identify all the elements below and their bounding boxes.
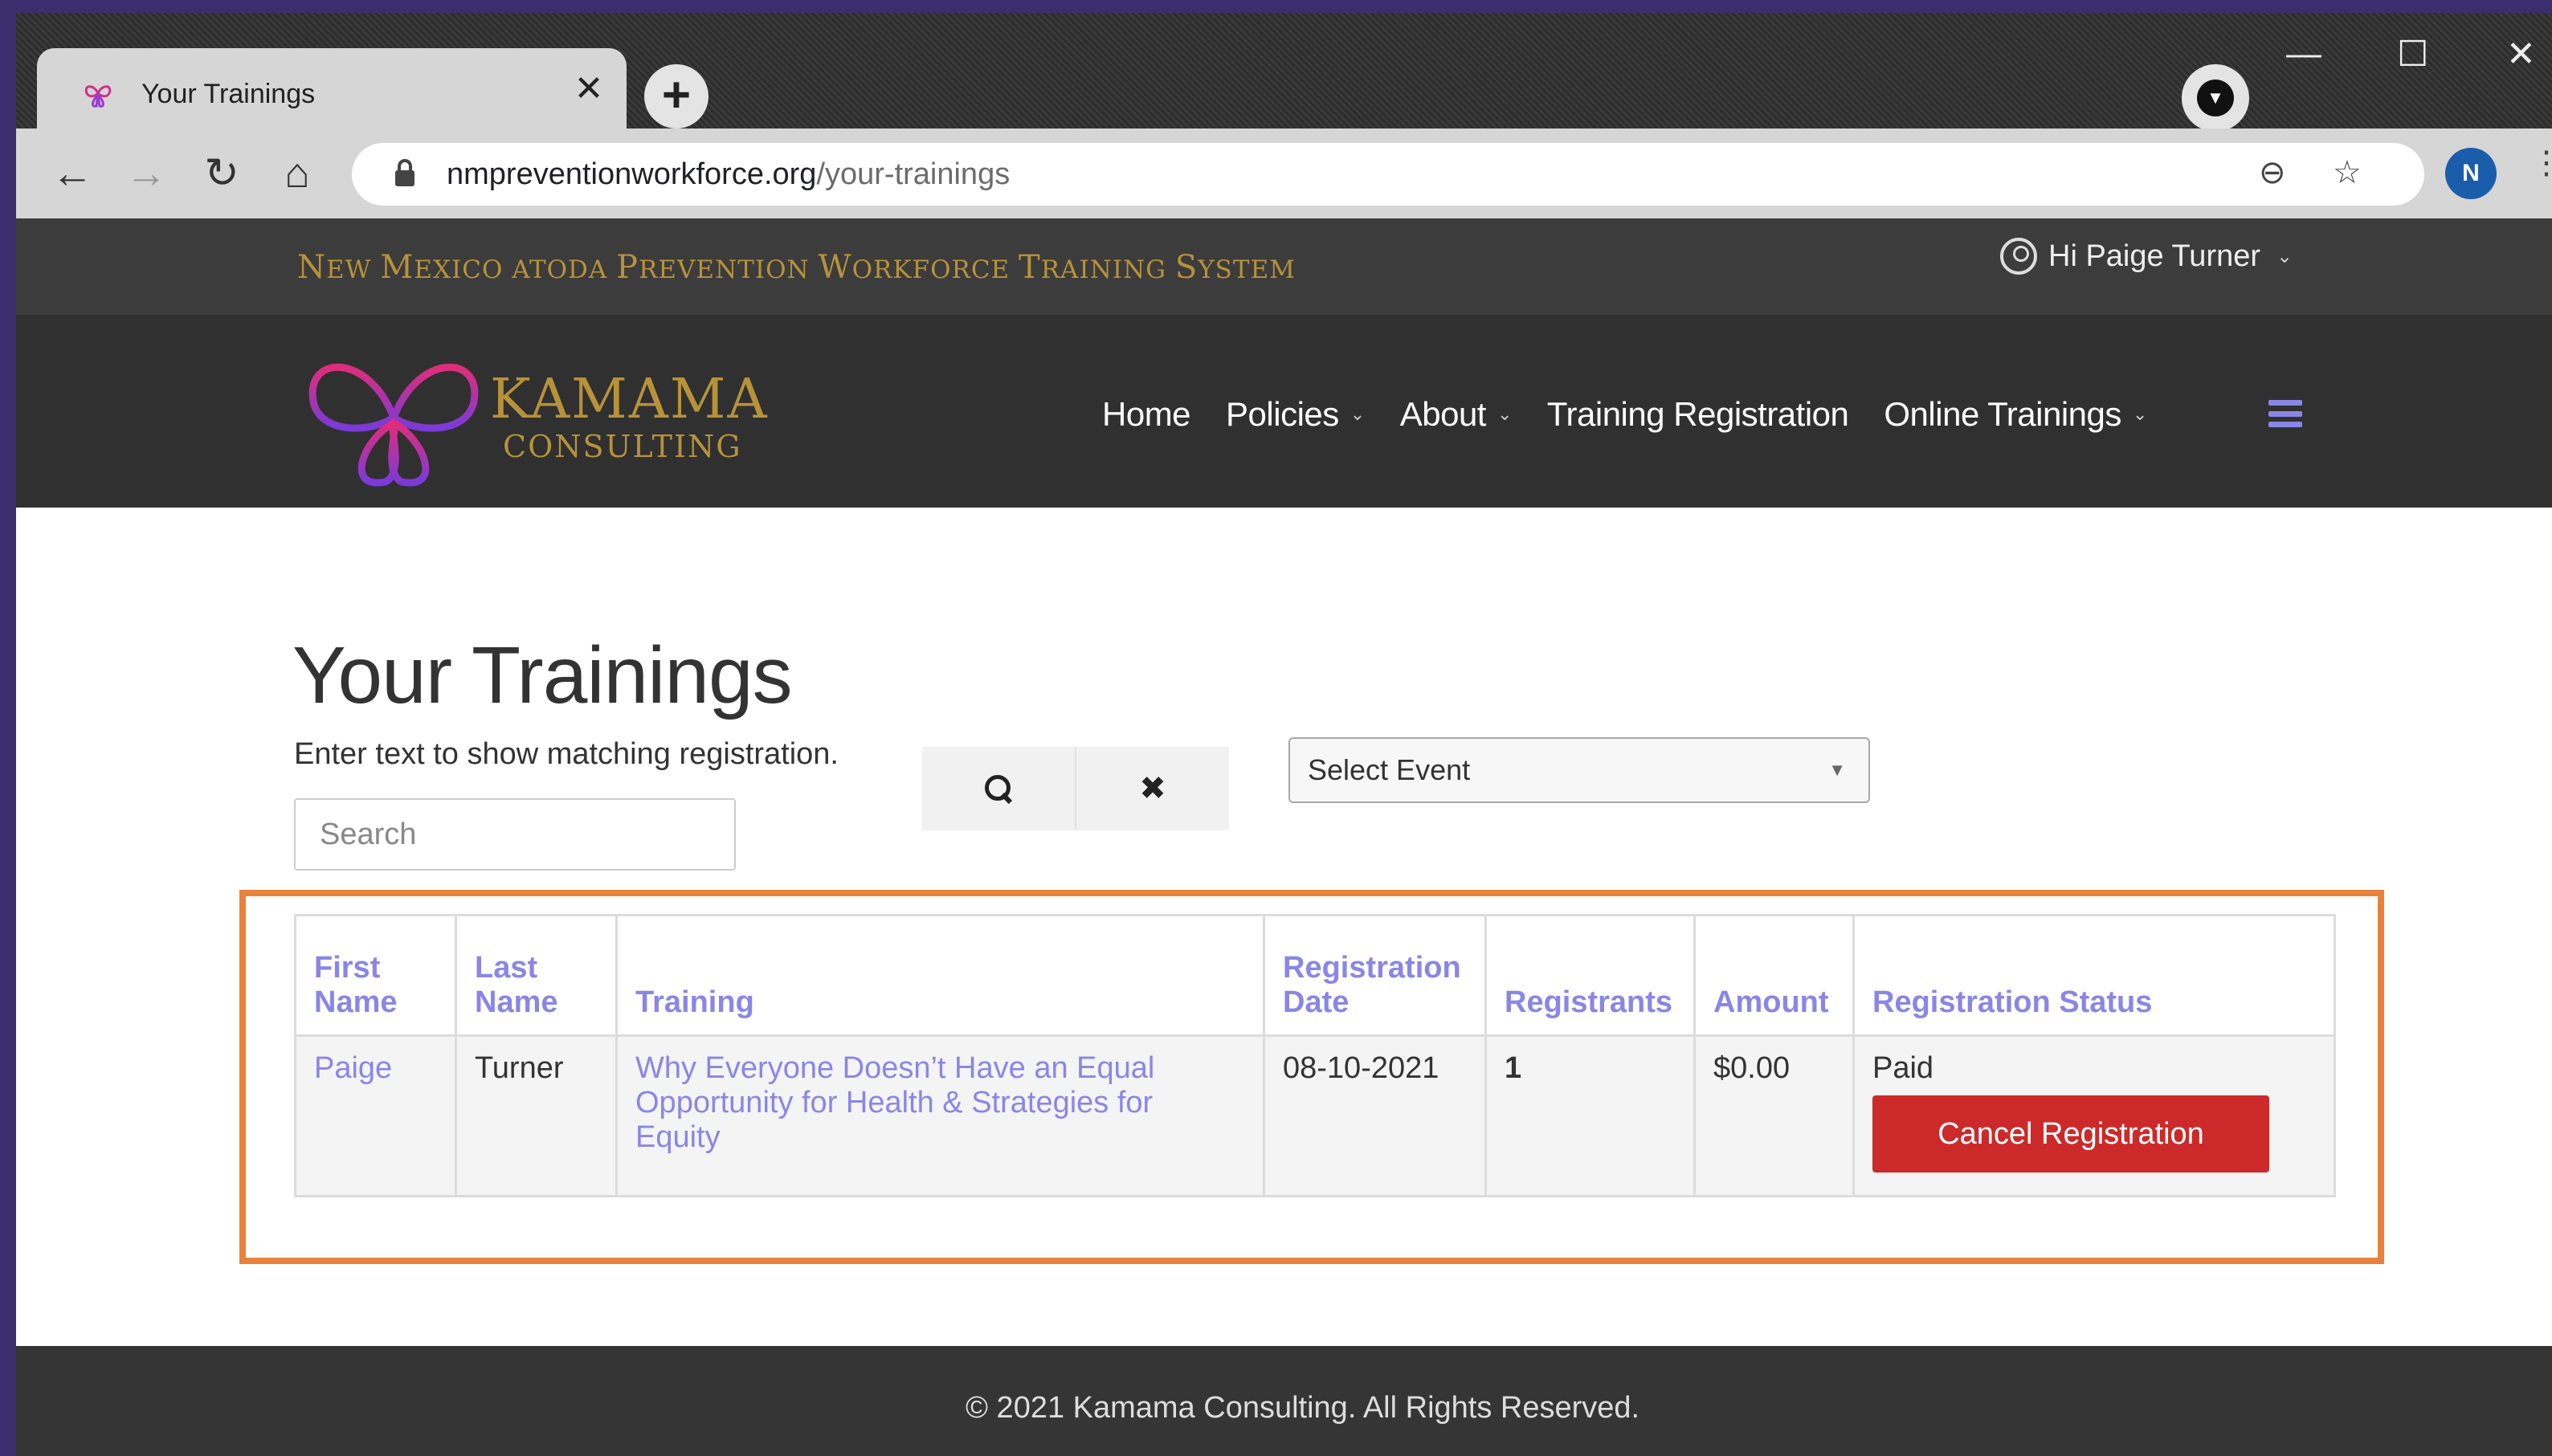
close-icon: ✖ bbox=[1139, 771, 1166, 806]
home-icon[interactable]: ⌂ bbox=[272, 148, 323, 199]
butterfly-logo-icon[interactable] bbox=[297, 337, 490, 498]
site-navbar: KAMAMA CONSULTING Home Policies ⌄ About ⌄ … bbox=[16, 315, 2552, 508]
column-header[interactable]: Registration Status bbox=[1852, 914, 2336, 1037]
column-header[interactable]: Last Name bbox=[455, 914, 618, 1037]
tab-strip: Your Trainings ✕ + ▼ — ☐ ✕ bbox=[16, 13, 2552, 138]
site-footer: © 2021 Kamama Consulting. All Rights Res… bbox=[16, 1346, 2552, 1456]
status-cell: Paid Cancel Registration bbox=[1852, 1034, 2336, 1197]
zoom-icon[interactable]: ⊖ bbox=[2259, 154, 2286, 191]
search-button[interactable] bbox=[922, 747, 1075, 830]
registrations-table: First Name Last Name Training Registrati… bbox=[294, 914, 2336, 1197]
search-button-group: ✖ bbox=[922, 747, 1229, 830]
select-event-dropdown[interactable]: Select Event ▼ bbox=[1288, 737, 1870, 803]
user-greeting: Hi Paige Turner bbox=[2048, 239, 2261, 273]
column-header[interactable]: Registrants bbox=[1484, 914, 1696, 1037]
new-tab-button[interactable]: + bbox=[644, 64, 708, 128]
amount-cell: $0.00 bbox=[1693, 1034, 1855, 1197]
chevron-down-icon: ⌄ bbox=[1496, 404, 1512, 424]
search-icon bbox=[985, 775, 1012, 802]
tab-close-icon[interactable]: ✕ bbox=[569, 69, 609, 109]
search-hint: Enter text to show matching registration… bbox=[294, 737, 839, 771]
tab-search-button[interactable]: ▼ bbox=[2182, 64, 2249, 132]
user-icon bbox=[2000, 238, 2037, 275]
first-name-cell[interactable]: Paige bbox=[294, 1034, 457, 1197]
minimize-icon[interactable]: — bbox=[2286, 34, 2321, 74]
copyright-text: © 2021 Kamama Consulting. All Rights Res… bbox=[966, 1391, 1640, 1425]
main-content: Your Trainings Enter text to show matchi… bbox=[16, 508, 2552, 1359]
browser-window: Your Trainings ✕ + ▼ — ☐ ✕ ← → ↻ ⌂ nmpre… bbox=[16, 13, 2552, 1456]
browser-toolbar: ← → ↻ ⌂ nmpreventionworkforce.org/your-t… bbox=[16, 128, 2552, 218]
address-bar[interactable]: nmpreventionworkforce.org/your-trainings… bbox=[352, 143, 2424, 206]
profile-avatar[interactable]: N bbox=[2445, 148, 2497, 199]
column-header[interactable]: Training bbox=[615, 914, 1265, 1037]
column-header[interactable]: Amount bbox=[1693, 914, 1855, 1037]
maximize-icon[interactable]: ☐ bbox=[2397, 34, 2428, 75]
hamburger-menu-icon[interactable] bbox=[2268, 400, 2302, 427]
column-header[interactable]: Registration Date bbox=[1263, 914, 1487, 1037]
dropdown-arrow-icon: ▼ bbox=[1828, 760, 1846, 780]
main-menu: Home Policies ⌄ About ⌄ Training Registrat… bbox=[1102, 395, 2147, 434]
registration-date-cell: 08-10-2021 bbox=[1263, 1034, 1487, 1197]
star-icon[interactable]: ☆ bbox=[2333, 154, 2362, 191]
user-menu[interactable]: Hi Paige Turner ⌄ bbox=[2000, 238, 2293, 275]
menu-kebab-icon[interactable]: ⋮ bbox=[2530, 145, 2552, 181]
last-name-cell: Turner bbox=[455, 1034, 618, 1197]
search-input[interactable] bbox=[294, 798, 736, 871]
cancel-registration-button[interactable]: Cancel Registration bbox=[1872, 1095, 2269, 1173]
nav-item-training-registration[interactable]: Training Registration bbox=[1547, 395, 1849, 434]
butterfly-favicon-icon bbox=[84, 85, 112, 108]
registrants-cell: 1 bbox=[1484, 1034, 1696, 1197]
url-text: nmpreventionworkforce.org/your-trainings bbox=[447, 157, 1011, 191]
page-title: Your Trainings bbox=[292, 630, 793, 720]
clear-search-button[interactable]: ✖ bbox=[1075, 747, 1229, 830]
reload-icon[interactable]: ↻ bbox=[196, 148, 247, 199]
nav-item-policies[interactable]: Policies ⌄ bbox=[1226, 395, 1365, 434]
training-cell[interactable]: Why Everyone Doesn’t Have an Equal Oppor… bbox=[615, 1034, 1265, 1197]
lock-icon bbox=[395, 159, 414, 186]
nav-item-online-trainings[interactable]: Online Trainings ⌄ bbox=[1884, 395, 2147, 434]
brand-logo[interactable]: KAMAMA CONSULTING bbox=[490, 371, 769, 465]
forward-icon[interactable]: → bbox=[120, 148, 172, 199]
chevron-down-icon: ⌄ bbox=[2276, 245, 2293, 267]
chevron-down-icon: ⌄ bbox=[2132, 404, 2147, 424]
status-text: Paid bbox=[1872, 1051, 1934, 1085]
column-header[interactable]: First Name bbox=[294, 914, 457, 1037]
close-window-icon[interactable]: ✕ bbox=[2506, 34, 2536, 75]
back-icon[interactable]: ← bbox=[47, 148, 98, 199]
nav-item-home[interactable]: Home bbox=[1102, 395, 1191, 434]
nav-item-about[interactable]: About ⌄ bbox=[1400, 395, 1513, 434]
table-row: Paige Turner Why Everyone Doesn’t Have a… bbox=[294, 1034, 2336, 1197]
tab-title: Your Trainings bbox=[141, 79, 316, 109]
site-top-bar: NEW MEXICO ATODA PREVENTION WORKFORCE TR… bbox=[16, 218, 2552, 315]
browser-tab[interactable]: Your Trainings ✕ bbox=[37, 48, 627, 138]
chevron-down-icon: ⌄ bbox=[1349, 404, 1365, 424]
table-header-row: First Name Last Name Training Registrati… bbox=[294, 914, 2336, 1037]
site-tagline: NEW MEXICO ATODA PREVENTION WORKFORCE TR… bbox=[297, 249, 1296, 286]
chevron-down-icon: ▼ bbox=[2197, 80, 2234, 116]
